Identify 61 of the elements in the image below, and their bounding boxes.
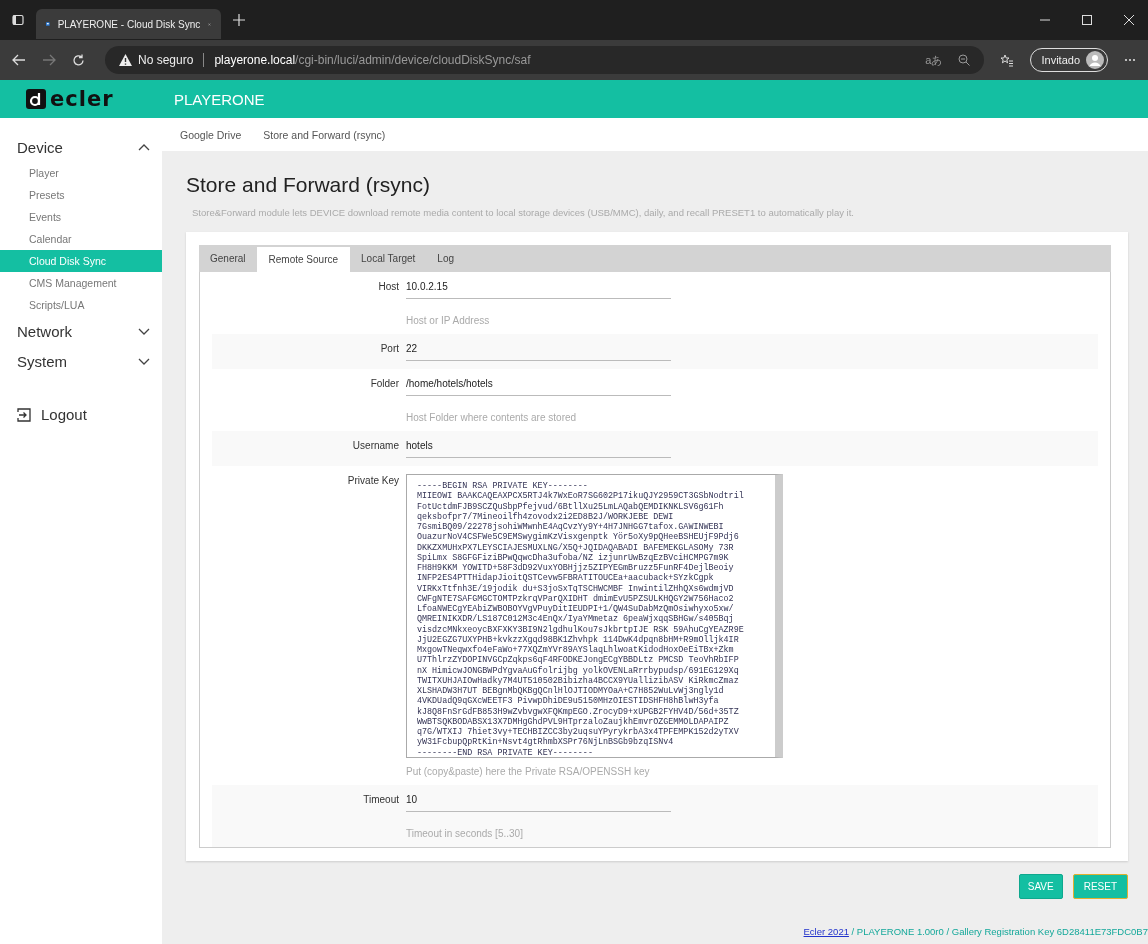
field-hint: Host or IP Address: [406, 315, 491, 326]
address-bar[interactable]: No seguro playerone.local/cgi-bin/luci/admin/device/cloudDiskSync/saf aあ: [105, 46, 985, 74]
tab[interactable]: General: [199, 245, 257, 272]
app-title: PLAYERONE: [174, 90, 265, 108]
favorites-icon[interactable]: [1000, 53, 1015, 67]
reload-icon[interactable]: [72, 53, 85, 67]
brand-logo: ecler: [50, 88, 114, 110]
field-label: Private Key: [346, 474, 400, 488]
field-label: Host: [377, 280, 400, 294]
sidebar-item[interactable]: Events: [0, 206, 162, 228]
logout-link[interactable]: Logout: [0, 406, 162, 423]
input-field[interactable]: 10.0.2.15: [406, 278, 671, 299]
field-label: Folder: [369, 377, 400, 391]
logo-mark-icon: [26, 89, 46, 109]
input-field[interactable]: /home/hotels/hotels: [406, 375, 671, 396]
chevron-icon: [138, 143, 150, 151]
sidebar-group[interactable]: Device: [0, 132, 162, 162]
maximize-icon[interactable]: [1082, 15, 1092, 25]
footer-link[interactable]: Ecler 2021: [803, 926, 849, 937]
page-title: Store and Forward (rsync): [186, 173, 431, 197]
chevron-icon: [138, 357, 150, 365]
browser-tab[interactable]: PLAYERONE - Cloud Disk Sync: [36, 9, 221, 39]
field-hint: Put (copy&paste) here the Private RSA/OPENSSH key: [406, 766, 651, 777]
sidebar-group[interactable]: System: [0, 346, 162, 376]
close-icon[interactable]: [1124, 15, 1134, 25]
sidebar-item[interactable]: Calendar: [0, 228, 162, 250]
field-label: Port: [379, 342, 400, 356]
forward-arrow-icon[interactable]: [42, 54, 56, 66]
input-field[interactable]: hotels: [406, 437, 671, 458]
field-label: Timeout: [362, 793, 400, 807]
field-hint: Timeout in seconds [5..30]: [406, 828, 524, 839]
field-label: Username: [351, 439, 400, 453]
textarea-field[interactable]: -----BEGIN RSA PRIVATE KEY-------- MIIEOWI BAAKCAQEAXPCX5RTJ4k7WxEoR7SG602P17ikuQJY2959CT3GSbNodtril FotUctdmFJB9SCZQuSbpPfejvud/6BtllXu25LmLAQabQEMDIKNKLSV6g61Fh qeksbofpr7/7Mineoilfh4zovodx2i2ED8B2J/WORKJEBE DEWI 7GsmiBQ09/22278jsohiWMwnhE4AqCvzYy9Y+4H7JNHGG7tafox.GAWINWEBI OuazurNoV4CSFWe5C9EMSwygimKzVisxgenptk Yör5oXy9pQHeeBSHEUjF9Pdj6 DKKZXMUHxPX7LEYSCIAJESMUXLNG/X5Q+JQIDAQABADI BAFEMEKGLASOMy 73R SpiLmx S8GFGFiziBPwQqwcDha3ufoba/NZ izjunrUwBzqEzBVciHCMPG7m9K FH8H9KKM YOWITD+58F3dD92VuxYOBHjjz5ZIPYEGmBruzz5FunRF4DejlBeoiy INFP2ES4PTTHidapJioitQSTCevw5FBRATITOUCEa+aacuback+SYzkCgpk VIRKxTtfnh3E/19jodik du+S3joSxTqTSCHWCMBF InwintilZHhQXs6wdmjVD CWFgNTE7SAFGMGCTOMTPzkrqVParQXIDHT dmimEvU5PZSULKHQGY2W756Haco2 LfoaNWECgYEAbiZWBOBOYVgVPuyDitIEUDPI+1/QW4SuDabMzQmOsiwhyxo5xw/ QMREINIKXDR/LS187C012M3c4EnQx/IyaYMmetaz 6peaWjxqqSBHGw/s405Bqj visdzcMNkxeoycBXFXKY3BI9N2lgdhulKou7sJkbrtpIJE RSK 59AhuCgYEAZR9E JjU2EGZG7UXYPHB+kvkzzXgqd98BK1Zhvhpk 114DwK4dpqn8bHM+R9mOlljk4IR MxgowTNeqwxfo4eFaWo+77XQZmYVr89AYSlaqLhlwoatKidodHoxOeEiTBx+Zkm U7ThlrzZYDOPINVGCpZqkps6qF4RFODKEJongECgYBBDLtz PMCSD TeoVhRbIFP nX HimicwJONGBWPdYgvaAuGfolrijbg yolkOVENLaRrrbypudsp/691EG129Xq TWITXUHJAIOwHadky7M4UT510502Bibizha4BCCX9YUallizibASV KiRkmcZmaz XLSHADW3H7UT BEBgnMbQKBgQCnlHlOJTIODMYOaA+C7H852WuLvWj3ngly1d 4VKDUadQ9qGXcWEETF3 PivwpDhiDE9u5150MHzOIESTIDSHFH8hBlwH3yfa kJ8Q8FnSrGdFB853H9wZvbvgwXFQKmpEGO.ZrocyD9+xUPGB2FYHV4D/56d+35TZ WwBTSQKBODABSX13X7DMHgGhdPVL9HTprzaloZaujkhEmvrOZGEMMOLDAPAIPZ q7G/WTXIJ 7hiet3vy+TECHBIZCC3by2uqsuYPyrykrbA3x4TPFEMPK152d2yTXV yW31FcbupQpRtKin+Nsvt4gtRhmbXSPr76NjLnBSGb9bzqISNv4 --------END RSA PRIVATE KEY--------: [406, 474, 783, 758]
footer-text: Ecler 2021 / PLAYERONE 1.00r0 / Gallery Registration Key 6D28411E73FDC0B7: [803, 926, 1148, 937]
breadcrumb-link[interactable]: Google Drive: [180, 128, 242, 141]
security-label: No seguro: [138, 53, 194, 67]
zoom-icon[interactable]: [958, 54, 971, 66]
sidebar-item[interactable]: CMS Management: [0, 272, 162, 294]
sidebar-item[interactable]: Player: [0, 162, 162, 184]
sidebar-toggle-icon[interactable]: [12, 14, 24, 26]
page-description: Store&Forward module lets DEVICE download remote media content to local storage devices (USB/MMC), daily, and recall PRESET1 to automatically play it.: [192, 207, 855, 218]
tab-title: PLAYERONE - Cloud Disk Sync: [57, 18, 201, 30]
read-aloud-glyph[interactable]: aあ: [925, 52, 943, 68]
sidebar-item[interactable]: Presets: [0, 184, 162, 206]
input-field[interactable]: 22: [406, 340, 671, 361]
more-icon[interactable]: [1124, 58, 1136, 62]
tab[interactable]: Log: [426, 245, 466, 272]
input-field[interactable]: 10: [406, 791, 671, 812]
chevron-icon: [138, 327, 150, 335]
breadcrumb-link[interactable]: Store and Forward (rsync): [263, 128, 386, 141]
sidebar-item[interactable]: Scripts/LUA: [0, 294, 162, 316]
logout-icon: [17, 407, 31, 422]
url-text: playerone.local/cgi-bin/luci/admin/device/cloudDiskSync/saf: [214, 53, 531, 67]
back-arrow-icon[interactable]: [12, 54, 26, 66]
avatar-icon: [1086, 51, 1104, 69]
warning-icon: [119, 54, 132, 66]
tab[interactable]: Remote Source: [256, 247, 351, 272]
sidebar-group[interactable]: Network: [0, 316, 162, 346]
field-hint: Host Folder where contents are stored: [406, 412, 578, 423]
new-tab-icon[interactable]: [233, 14, 245, 26]
tab[interactable]: Local Target: [350, 245, 427, 272]
